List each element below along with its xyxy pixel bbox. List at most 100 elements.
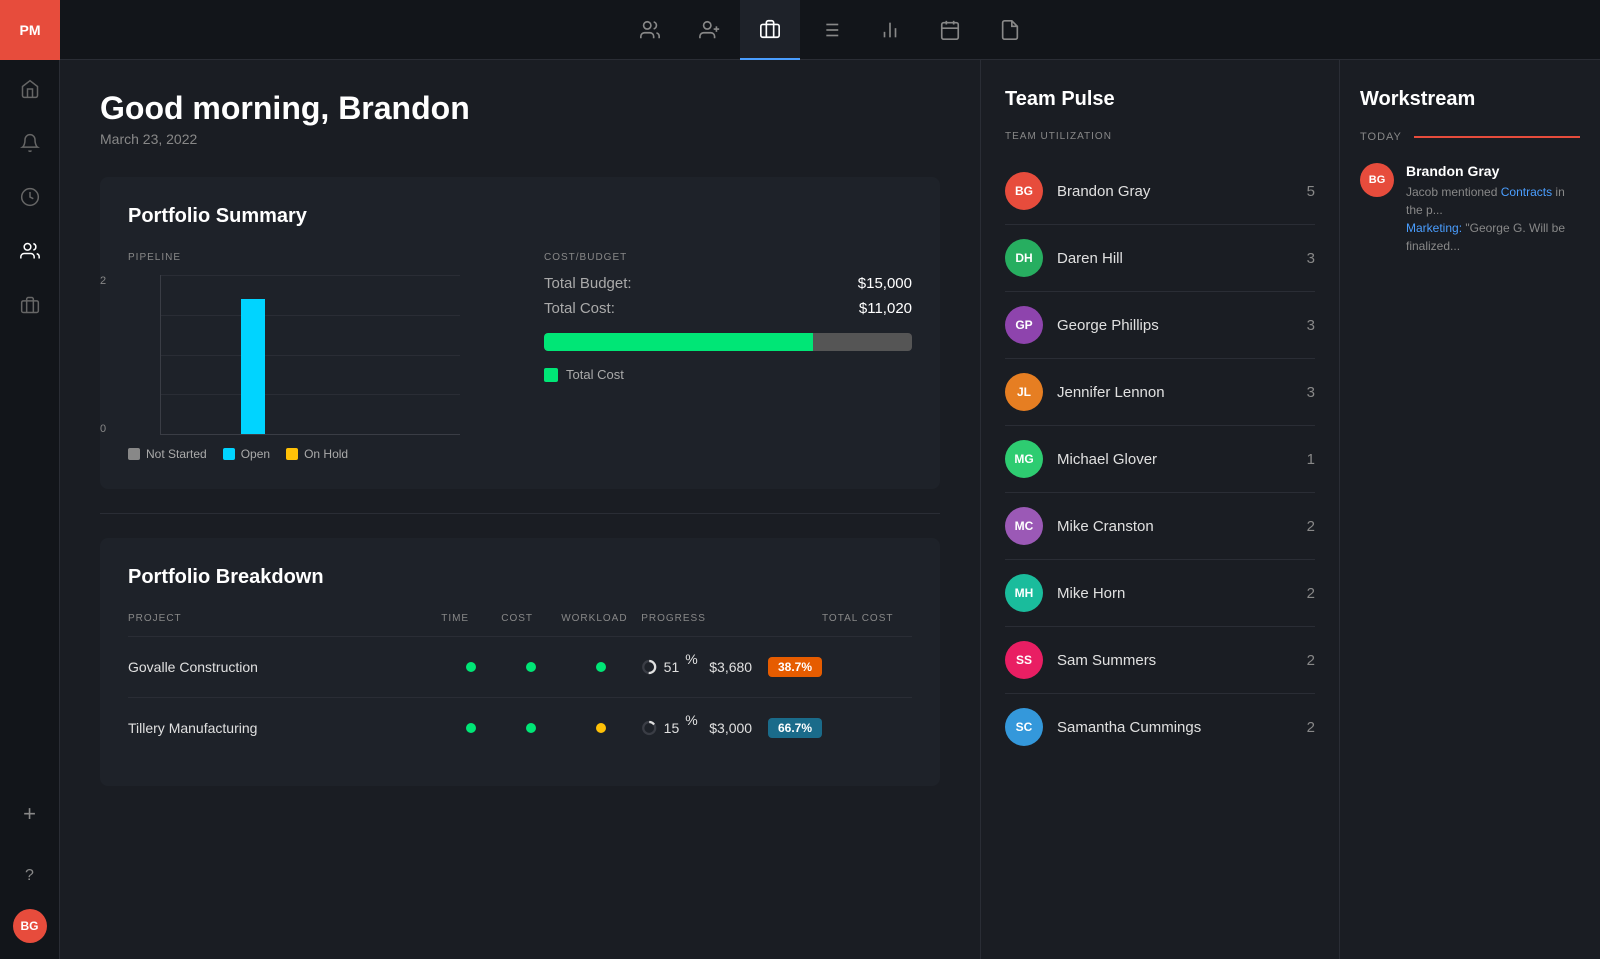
team-add-icon[interactable]: [620, 0, 680, 60]
workstream-contracts-link[interactable]: Contracts: [1501, 185, 1552, 199]
workstream-brandon-name: Brandon Gray: [1406, 163, 1580, 179]
sidebar-help-icon[interactable]: ?: [0, 851, 60, 901]
portfolio-breakdown-section: Portfolio Breakdown PROJECT TIME COST WO…: [100, 538, 940, 786]
section-divider: [100, 513, 940, 514]
user-settings-icon[interactable]: [680, 0, 740, 60]
michael-name: Michael Glover: [1057, 451, 1307, 468]
george-name: George Phillips: [1057, 317, 1307, 334]
chart-area: [160, 275, 460, 435]
sidebar-clock-icon[interactable]: [0, 172, 60, 222]
workstream-brandon-avatar: BG: [1360, 163, 1394, 197]
team-member-mike-cranston[interactable]: MC Mike Cranston 2: [1005, 493, 1315, 560]
tillery-progress: 15% $3,000 66.7%: [641, 698, 822, 759]
sidebar-bottom-section: + ? BG: [0, 785, 60, 943]
sidebar-home-icon[interactable]: [0, 64, 60, 114]
tillery-time-dot: [441, 698, 501, 759]
chart-legend: Not Started Open On Hold: [128, 447, 496, 461]
tillery-total-col: [822, 698, 912, 759]
george-count: 3: [1307, 317, 1315, 334]
summary-content: PIPELINE 2 0: [128, 252, 912, 461]
workstream-marketing-link[interactable]: Marketing:: [1406, 221, 1462, 235]
dot-green-time-2: [466, 723, 476, 733]
team-member-jennifer[interactable]: JL Jennifer Lennon 3: [1005, 359, 1315, 426]
legend-open: Open: [223, 447, 270, 461]
tillery-ring-svg: [641, 717, 657, 739]
dot-green-cost: [526, 662, 536, 672]
document-icon[interactable]: [980, 0, 1040, 60]
list-icon[interactable]: [800, 0, 860, 60]
team-member-daren[interactable]: DH Daren Hill 3: [1005, 225, 1315, 292]
today-line: [1414, 136, 1580, 138]
team-member-samantha[interactable]: SC Samantha Cummings 2: [1005, 694, 1315, 760]
col-progress-header: PROGRESS: [641, 613, 822, 637]
workstream-brandon-text: Jacob mentioned Contracts in the p... Ma…: [1406, 183, 1580, 255]
app-logo[interactable]: PM: [0, 0, 60, 60]
team-member-sam[interactable]: SS Sam Summers 2: [1005, 627, 1315, 694]
workstream-item-brandon[interactable]: BG Brandon Gray Jacob mentioned Contract…: [1360, 163, 1580, 255]
team-member-michael[interactable]: MG Michael Glover 1: [1005, 426, 1315, 493]
brandon-name: Brandon Gray: [1057, 183, 1307, 200]
cost-legend-dot: [544, 368, 558, 382]
col-total-cost-header: TOTAL COST: [822, 613, 912, 637]
tillery-cost-dot: [501, 698, 561, 759]
sam-avatar: SS: [1005, 641, 1043, 679]
govalle-workload-dot: [561, 637, 641, 698]
legend-on-hold: On Hold: [286, 447, 348, 461]
cost-progress-fill: [544, 333, 813, 351]
samantha-name: Samantha Cummings: [1057, 719, 1307, 736]
daren-avatar: DH: [1005, 239, 1043, 277]
cost-legend: Total Cost: [544, 367, 912, 382]
mike-horn-count: 2: [1307, 585, 1315, 602]
sidebar-briefcase-icon[interactable]: [0, 280, 60, 330]
govalle-progress-text: 51: [664, 659, 680, 675]
jennifer-count: 3: [1307, 384, 1315, 401]
col-time-header: TIME: [441, 613, 501, 637]
top-navigation: PM: [0, 0, 1600, 60]
table-row: Govalle Construction 51%: [128, 637, 912, 698]
sidebar-user-avatar[interactable]: BG: [13, 909, 47, 943]
grid-line-2: [161, 355, 460, 356]
cost-budget-section: COST/BUDGET Total Budget: $15,000 Total …: [544, 252, 912, 382]
total-cost-label: Total Cost:: [544, 300, 615, 317]
michael-avatar: MG: [1005, 440, 1043, 478]
calendar-icon[interactable]: [920, 0, 980, 60]
mike-cranston-count: 2: [1307, 518, 1315, 535]
govalle-cost-dot: [501, 637, 561, 698]
legend-label-open: Open: [241, 447, 270, 461]
sidebar-alert-icon[interactable]: [0, 118, 60, 168]
sidebar-add-icon[interactable]: +: [0, 789, 60, 839]
logo-text: PM: [20, 22, 41, 38]
breakdown-table-body: Govalle Construction 51%: [128, 637, 912, 759]
samantha-count: 2: [1307, 719, 1315, 736]
utilization-label: TEAM UTILIZATION: [1005, 131, 1315, 142]
grid-line-top: [161, 275, 460, 276]
project-name-govalle: Govalle Construction: [128, 637, 441, 698]
pipeline-label: PIPELINE: [128, 252, 496, 263]
chart-bar-open: [241, 275, 265, 434]
team-member-brandon[interactable]: BG Brandon Gray 5: [1005, 158, 1315, 225]
mike-cranston-avatar: MC: [1005, 507, 1043, 545]
mike-horn-avatar: MH: [1005, 574, 1043, 612]
legend-dot-open: [223, 448, 235, 460]
portfolio-summary-title: Portfolio Summary: [128, 205, 912, 228]
bar-chart-icon[interactable]: [860, 0, 920, 60]
total-cost-value: $11,020: [859, 300, 912, 317]
workstream-panel: Workstream TODAY BG Brandon Gray Jacob m…: [1340, 60, 1600, 959]
col-project-header: PROJECT: [128, 613, 441, 637]
legend-label-on-hold: On Hold: [304, 447, 348, 461]
cost-progress-bar: [544, 333, 912, 351]
col-cost-header: COST: [501, 613, 561, 637]
team-member-mike-horn[interactable]: MH Mike Horn 2: [1005, 560, 1315, 627]
sidebar-people-icon[interactable]: [0, 226, 60, 276]
tillery-progress-text: 15: [664, 720, 680, 736]
table-row: Tillery Manufacturing 15%: [128, 698, 912, 759]
govalle-total-cost: $3,680: [709, 659, 752, 675]
sidebar: + ? BG: [0, 0, 60, 959]
legend-dot-on-hold: [286, 448, 298, 460]
team-member-george[interactable]: GP George Phillips 3: [1005, 292, 1315, 359]
sam-count: 2: [1307, 652, 1315, 669]
chart-container: 2 0: [128, 275, 496, 435]
briefcase-icon[interactable]: [740, 0, 800, 60]
total-cost-row: Total Cost: $11,020: [544, 300, 912, 317]
left-panel: Good morning, Brandon March 23, 2022 Por…: [60, 60, 980, 959]
